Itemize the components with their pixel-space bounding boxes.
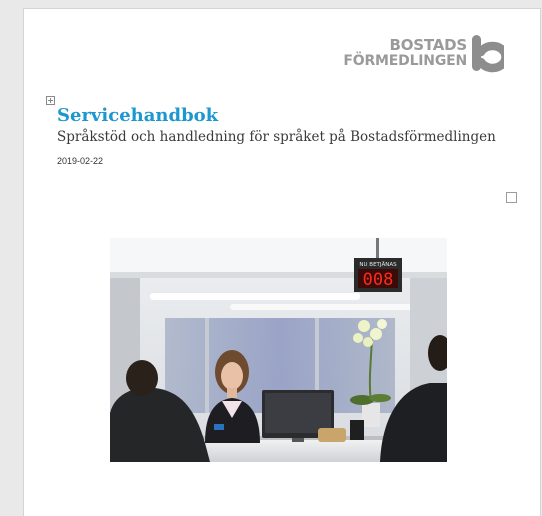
document-page: BOSTADS FÖRMEDLINGEN Servicehandbok Språ… (23, 8, 541, 516)
logo-wordmark: BOSTADS FÖRMEDLINGEN (343, 37, 467, 69)
content-control-checkbox[interactable] (506, 192, 517, 203)
company-logo: BOSTADS FÖRMEDLINGEN (343, 34, 504, 76)
document-subtitle: Språkstöd och handledning för språket på… (57, 129, 496, 145)
logo-line-2: FÖRMEDLINGEN (343, 53, 467, 69)
document-date: 2019-02-22 (57, 156, 104, 166)
cover-photo-illustration: NU BETJÄNAS 008 (110, 238, 447, 462)
table-move-handle-icon[interactable] (46, 96, 55, 105)
bostadsformedlingen-b-icon (472, 35, 504, 73)
counter-sign-number: 008 (363, 270, 394, 290)
cover-photo: NU BETJÄNAS 008 (110, 238, 447, 462)
counter-sign-label: NU BETJÄNAS (359, 261, 397, 268)
logo-line-1: BOSTADS (389, 36, 467, 54)
document-title: Servicehandbok (57, 105, 219, 126)
